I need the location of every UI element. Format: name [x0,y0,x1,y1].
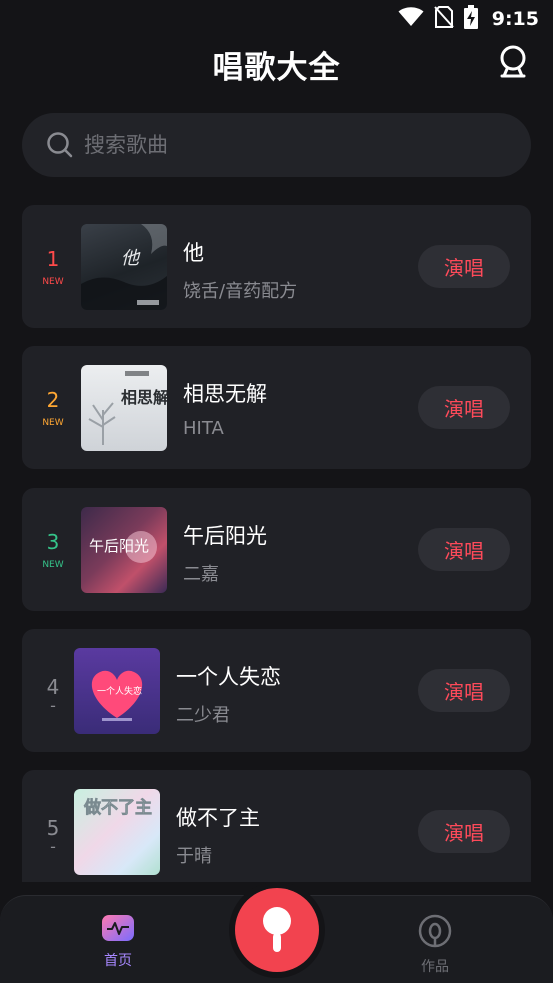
search-icon [47,132,73,158]
sing-button[interactable]: 演唱 [418,528,510,571]
cover-title: 他 [121,248,141,269]
album-cover: 做不了主 [74,789,160,875]
user-profile-button[interactable] [497,44,529,80]
song-artist: 二嘉 [183,564,219,585]
song-card-2[interactable]: 2 NEW 相思解 相思无解 HITA 演唱 [22,346,531,469]
tab-home[interactable]: 首页 [78,914,158,970]
album-cover: 他 [81,224,167,310]
rank-number: 3 NEW [36,530,70,570]
song-title: 做不了主 [176,806,260,830]
cover-title: 一个人失恋 [97,685,142,697]
works-icon [418,914,452,948]
song-artist: 饶舌/音药配方 [183,281,298,302]
rank-badge: NEW [42,277,64,287]
rank-badge: - [50,837,56,856]
song-list: 1 NEW 他 他 饶舌/音药配方 演唱 2 NEW 相思解 相思无解 HITA… [22,205,531,882]
sing-button[interactable]: 演唱 [418,810,510,853]
rank-number: 2 NEW [36,388,70,428]
album-cover: 一个人失恋 [74,648,160,734]
rank-badge: NEW [42,418,64,428]
user-icon [500,45,526,78]
song-artist: 于晴 [176,846,212,867]
song-card-4[interactable]: 4 - 一个人失恋 一个人失恋 二少君 演唱 [22,629,531,752]
rank-badge: - [50,696,56,715]
cover-title: 午后阳光 [89,537,149,555]
song-artist: HITA [183,418,224,439]
search-input[interactable] [84,133,484,157]
song-card-3[interactable]: 3 NEW 午后阳光 午后阳光 二嘉 演唱 [22,488,531,611]
status-bar: 9:15 [0,0,553,38]
no-sim-icon [433,6,454,32]
cover-title: 做不了主 [83,797,152,818]
song-title: 相思无解 [183,382,267,406]
search-bar[interactable] [22,113,531,177]
header: 唱歌大全 [0,38,553,88]
battery-charging-icon [463,5,478,33]
sing-microphone-button[interactable] [235,888,319,972]
album-cover: 午后阳光 [81,507,167,593]
home-pulse-icon [102,915,134,941]
cover-title: 相思解 [121,388,167,407]
status-time: 9:15 [491,8,539,30]
song-card-5[interactable]: 5 - 做不了主 做不了主 于晴 演唱 [22,770,531,882]
wifi-icon [398,7,424,31]
tab-label: 作品 [421,959,449,975]
song-card-1[interactable]: 1 NEW 他 他 饶舌/音药配方 演唱 [22,205,531,328]
page-title: 唱歌大全 [212,50,341,86]
tab-label: 首页 [104,953,132,969]
song-title: 他 [183,241,204,265]
song-title: 一个人失恋 [176,665,281,689]
sing-button[interactable]: 演唱 [418,245,510,288]
rank-number: 5 - [36,816,70,856]
song-title: 午后阳光 [183,524,267,548]
sing-button[interactable]: 演唱 [418,669,510,712]
album-cover: 相思解 [81,365,167,451]
rank-number: 4 - [36,675,70,715]
rank-badge: NEW [42,560,64,570]
rank-number: 1 NEW [36,247,70,287]
song-artist: 二少君 [176,705,230,726]
sing-button[interactable]: 演唱 [418,386,510,429]
tab-works[interactable]: 作品 [395,914,475,976]
microphone-icon [263,907,291,952]
